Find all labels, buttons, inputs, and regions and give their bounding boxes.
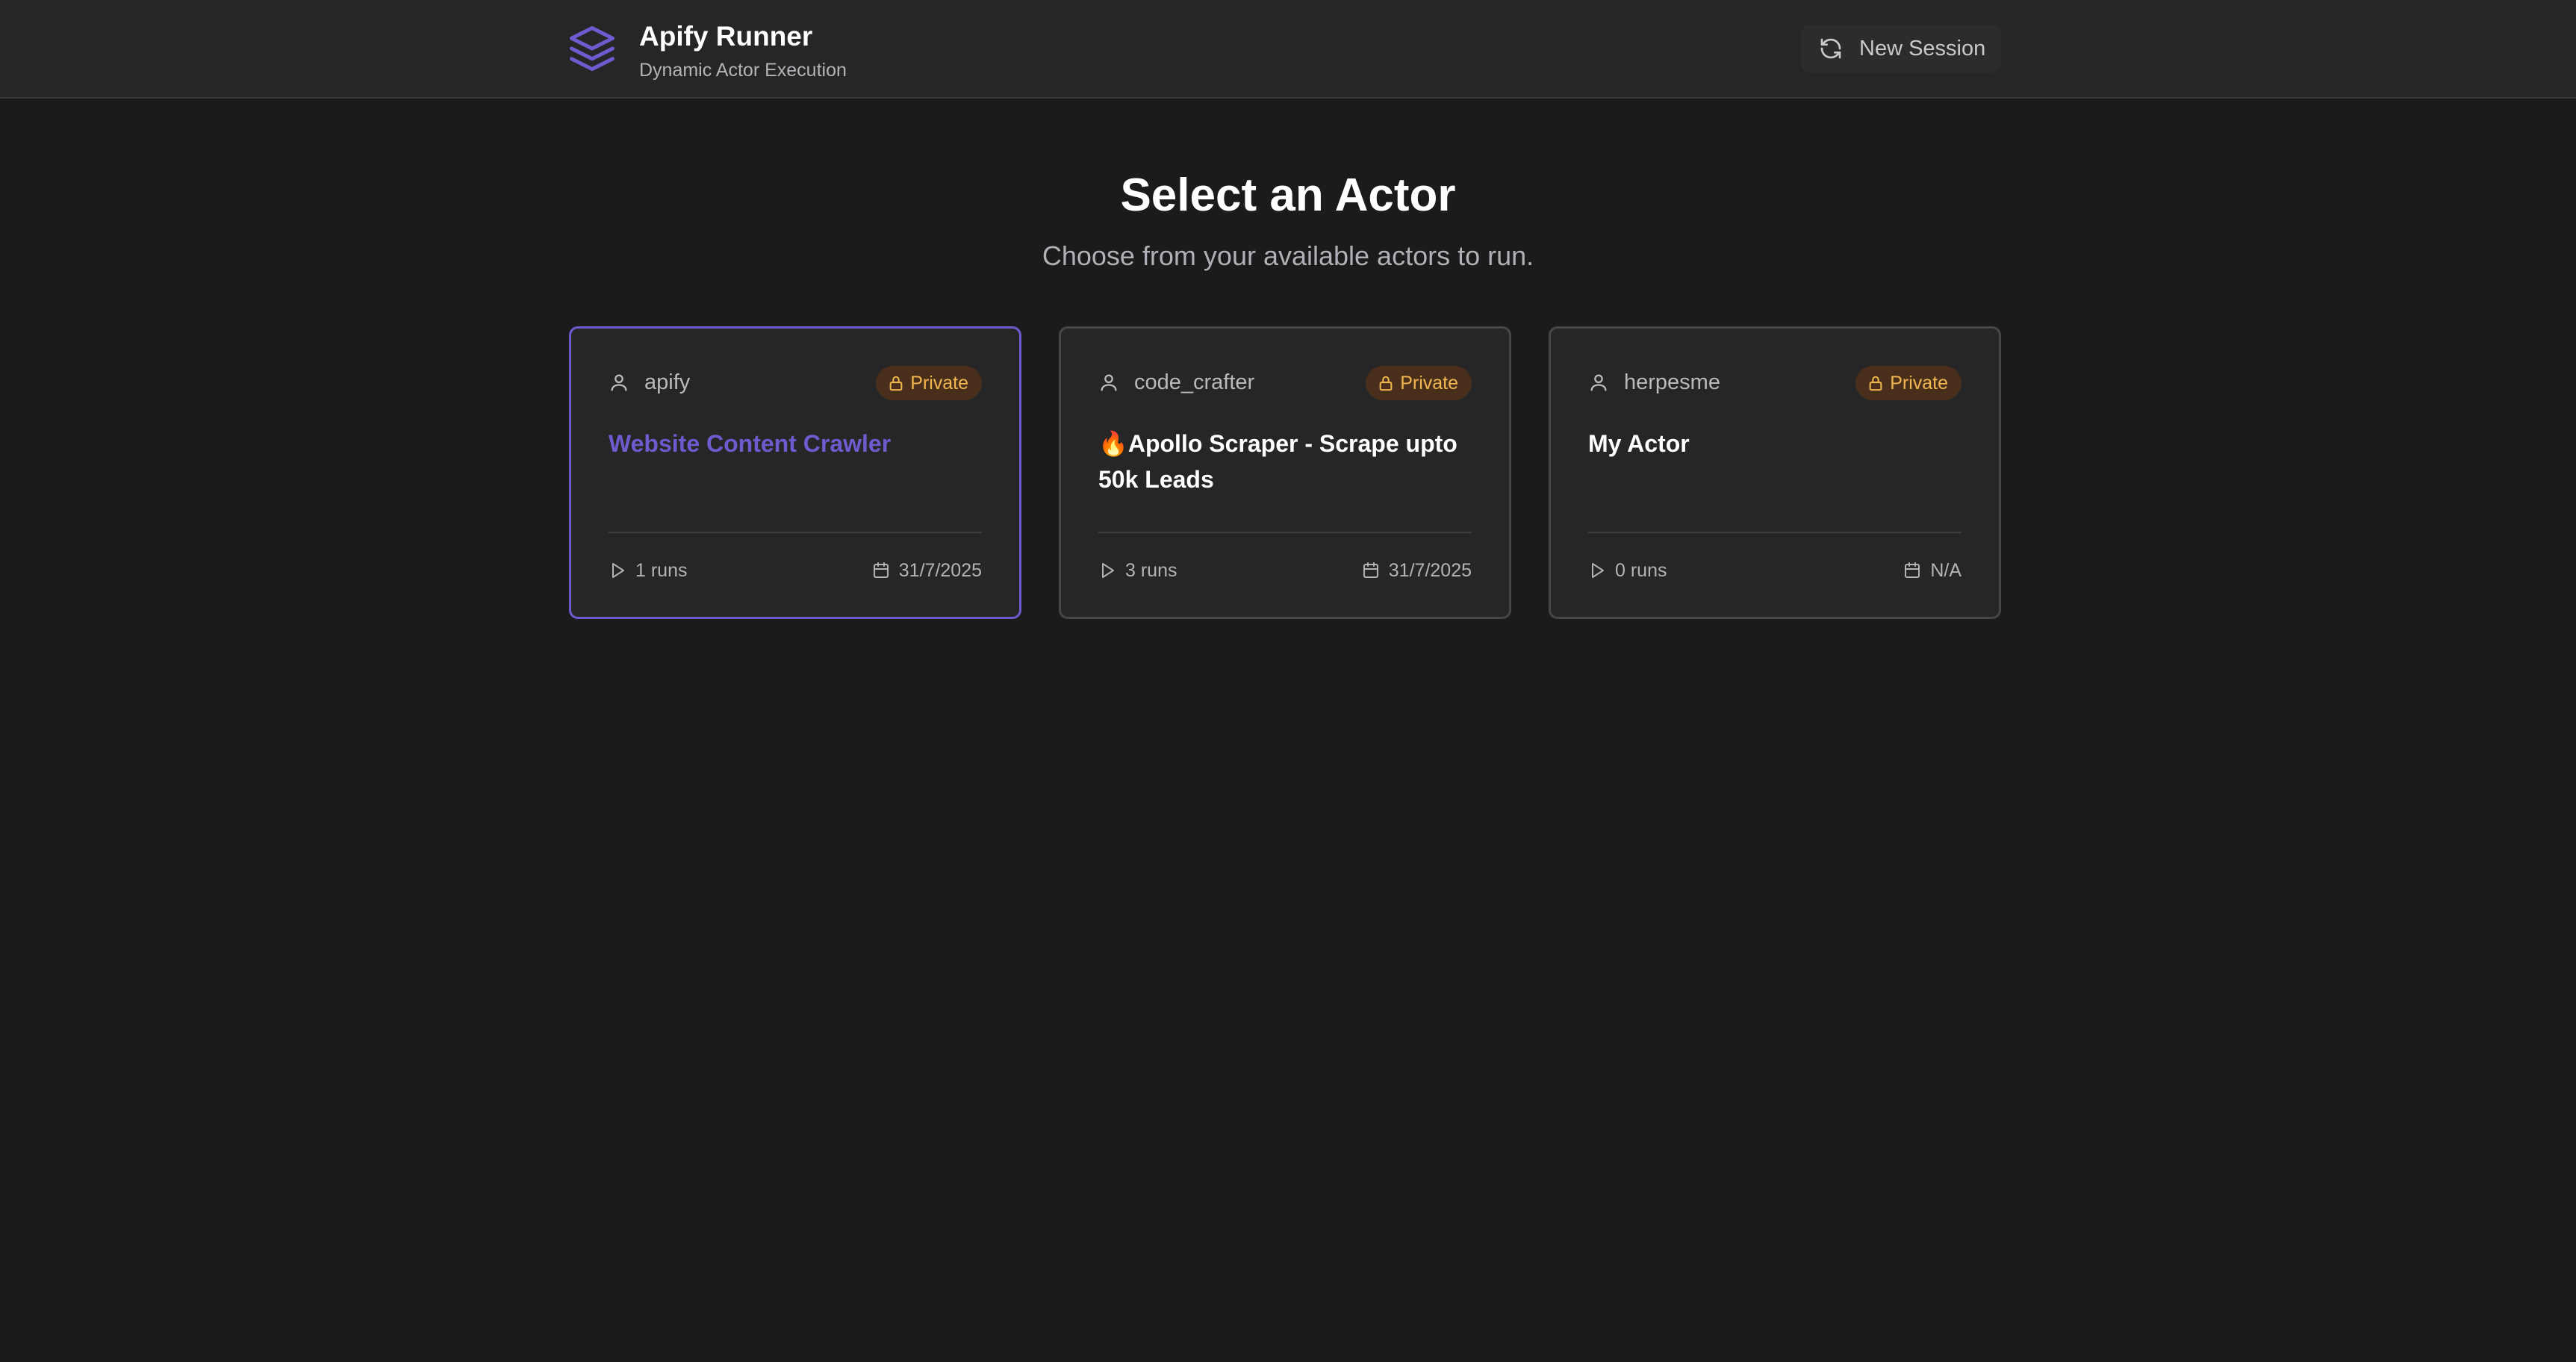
date-value: N/A xyxy=(1930,560,1961,581)
lock-icon xyxy=(1869,376,1882,391)
runs-count: 3 runs xyxy=(1125,560,1177,581)
actor-card[interactable]: herpesme Private My Actor 0 runs N/A xyxy=(1549,326,2001,619)
play-icon xyxy=(1102,563,1114,578)
top-bar: Apify Runner Dynamic Actor Execution New… xyxy=(0,0,2576,99)
actor-owner: code_crafter xyxy=(1098,369,1254,396)
calendar-icon xyxy=(873,562,889,578)
actor-title: My Actor xyxy=(1588,430,1690,457)
runs-count: 0 runs xyxy=(1615,560,1667,581)
page-subtitle: Choose from your available actors to run… xyxy=(1042,240,1534,271)
actor-card[interactable]: code_crafter Private 🔥Apollo Scraper - S… xyxy=(1059,326,1511,619)
layers-icon xyxy=(570,26,615,71)
actor-card-grid: apify Private Website Content Crawler 1 … xyxy=(569,326,2003,619)
date-value: 31/7/2025 xyxy=(1388,560,1472,581)
actor-card[interactable]: apify Private Website Content Crawler 1 … xyxy=(569,326,1021,619)
actor-runs: 3 runs xyxy=(1098,557,1177,584)
badge-label: Private xyxy=(1890,372,1948,394)
calendar-icon xyxy=(1905,562,1920,578)
badge-label: Private xyxy=(910,372,968,394)
card-divider xyxy=(1588,532,1961,533)
lock-icon xyxy=(889,376,903,391)
actor-owner-name: code_crafter xyxy=(1134,370,1255,394)
brand: Apify Runner Dynamic Actor Execution xyxy=(567,21,847,84)
new-session-button[interactable]: New Session xyxy=(1801,25,2001,72)
user-icon xyxy=(1590,374,1607,391)
runs-count: 1 runs xyxy=(635,560,688,581)
refresh-icon xyxy=(1820,38,1841,59)
user-icon xyxy=(611,374,627,391)
lock-icon xyxy=(1379,376,1393,391)
user-icon xyxy=(1101,374,1117,391)
card-divider xyxy=(1098,532,1472,533)
actor-date: N/A xyxy=(1903,557,1961,584)
app-title: Apify Runner xyxy=(639,21,813,52)
card-divider xyxy=(609,532,982,533)
play-icon xyxy=(612,563,624,578)
page-title: Select an Actor xyxy=(1120,170,1456,221)
private-badge: Private xyxy=(876,366,982,400)
actor-title: Website Content Crawler xyxy=(609,430,892,457)
private-badge: Private xyxy=(1366,366,1472,400)
play-icon xyxy=(1592,563,1604,578)
actor-runs: 1 runs xyxy=(609,557,687,584)
actor-owner-name: herpesme xyxy=(1624,370,1720,394)
actor-owner: apify xyxy=(609,369,690,396)
private-badge: Private xyxy=(1855,366,1961,400)
actor-owner-name: apify xyxy=(644,370,691,394)
badge-label: Private xyxy=(1400,372,1458,394)
actor-date: 31/7/2025 xyxy=(1362,557,1472,584)
actor-date: 31/7/2025 xyxy=(872,557,982,584)
actor-runs: 0 runs xyxy=(1588,557,1667,584)
actor-owner: herpesme xyxy=(1588,369,1720,396)
new-session-label: New Session xyxy=(1859,36,1986,60)
date-value: 31/7/2025 xyxy=(898,560,982,581)
app-subtitle: Dynamic Actor Execution xyxy=(639,60,847,81)
actor-title: 🔥Apollo Scraper - Scrape upto 50k Leads xyxy=(1098,430,1457,493)
calendar-icon xyxy=(1363,562,1378,578)
